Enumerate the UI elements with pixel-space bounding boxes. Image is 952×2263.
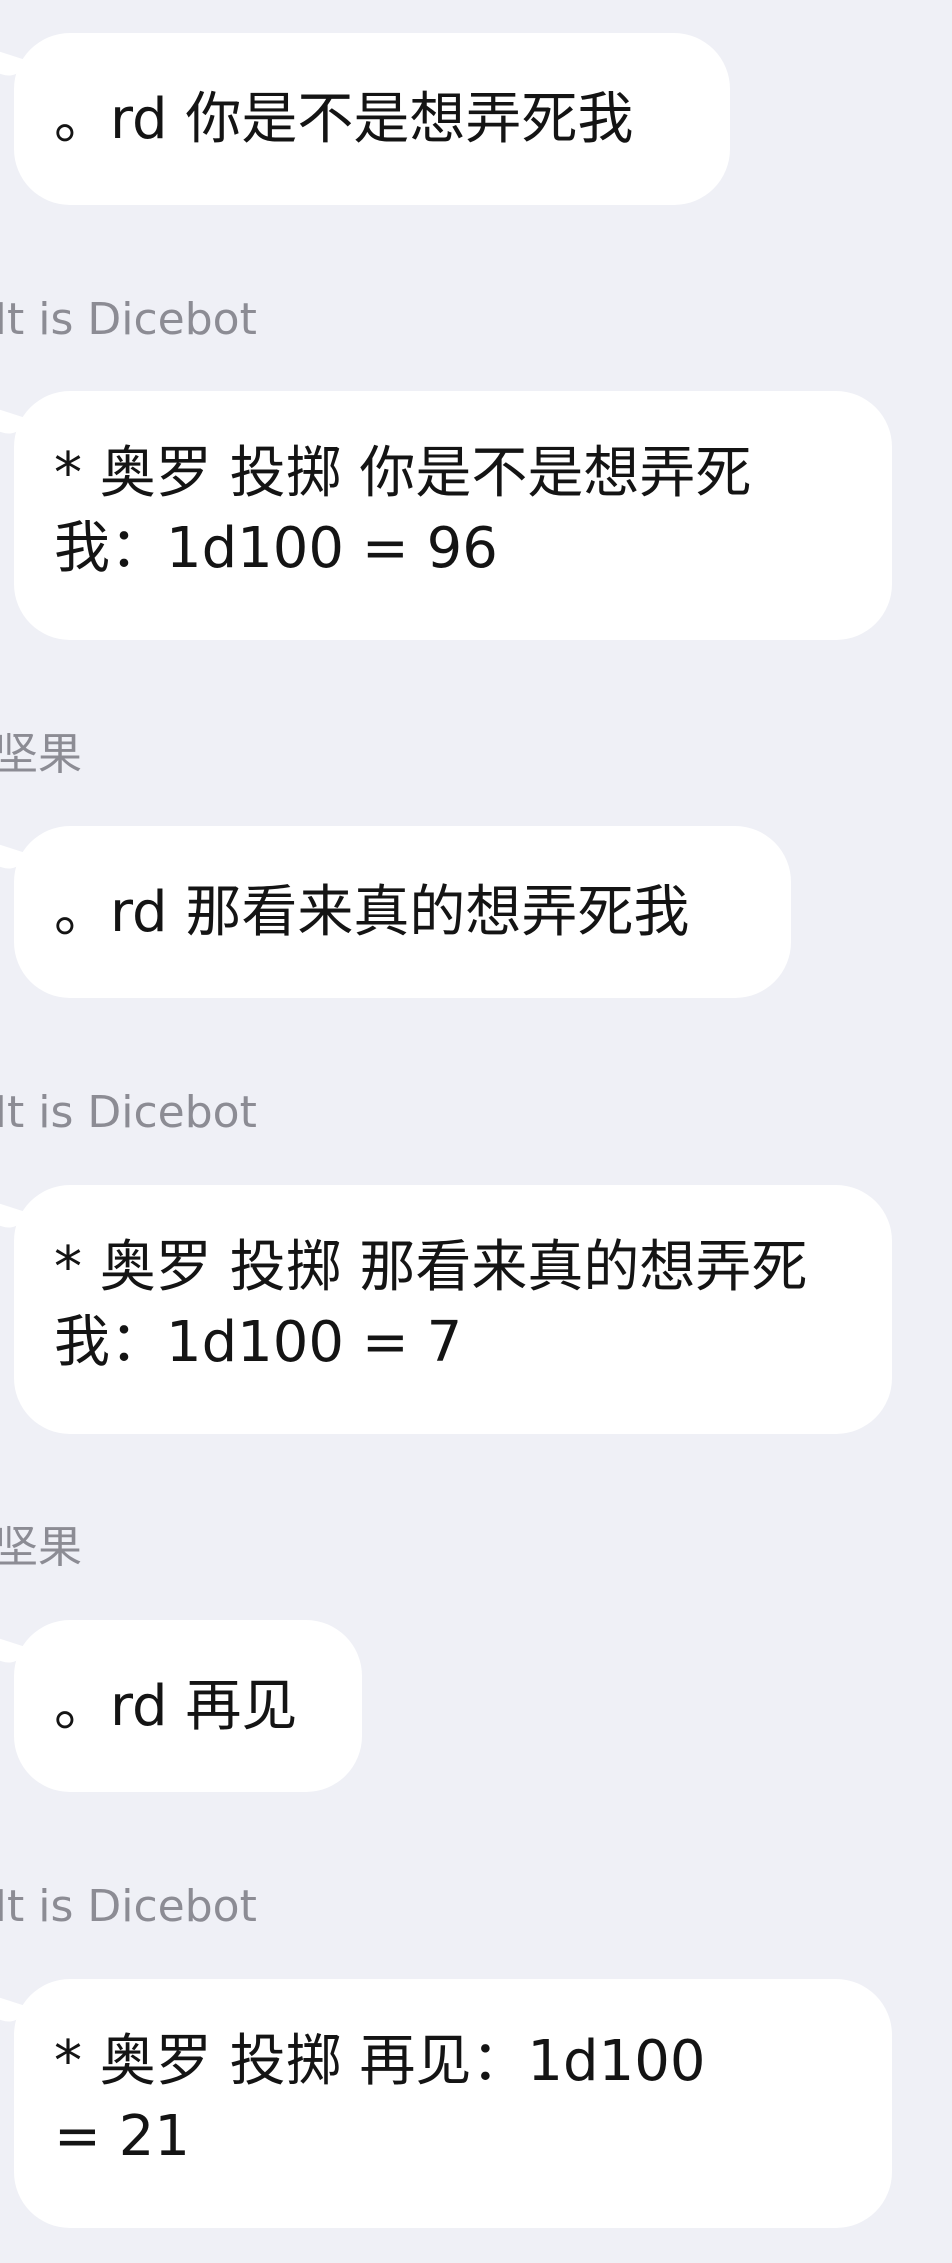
message-bubble[interactable]: * 奥罗 投掷 那看来真的想弄死我：1d100 = 7: [14, 1185, 892, 1434]
message-text: 。rd 再见: [54, 1673, 298, 1739]
message-text: * 奥罗 投掷 那看来真的想弄死我：1d100 = 7: [54, 1235, 808, 1375]
chat-message-list[interactable]: 。rd 你是不是想弄死我 It is Dicebot * 奥罗 投掷 你是不是想…: [0, 0, 952, 2263]
message-text: * 奥罗 投掷 你是不是想弄死我：1d100 = 96: [54, 441, 752, 581]
message-bubble[interactable]: * 奥罗 投掷 你是不是想弄死我：1d100 = 96: [14, 391, 892, 640]
message-text: 。rd 那看来真的想弄死我: [54, 879, 690, 945]
message-bubble[interactable]: 。rd 那看来真的想弄死我: [14, 826, 791, 998]
sender-name: 坚果: [0, 1522, 82, 1573]
sender-name: It is Dicebot: [0, 1087, 257, 1138]
sender-name: It is Dicebot: [0, 1881, 257, 1932]
message-bubble[interactable]: 。rd 再见: [14, 1620, 362, 1792]
message-bubble[interactable]: * 奥罗 投掷 再见：1d100 = 21: [14, 1979, 892, 2228]
message-bubble[interactable]: 。rd 你是不是想弄死我: [14, 33, 730, 205]
message-text: 。rd 你是不是想弄死我: [54, 86, 634, 152]
sender-name: 坚果: [0, 729, 82, 780]
sender-name: It is Dicebot: [0, 294, 257, 345]
message-text: * 奥罗 投掷 再见：1d100 = 21: [54, 2029, 706, 2169]
